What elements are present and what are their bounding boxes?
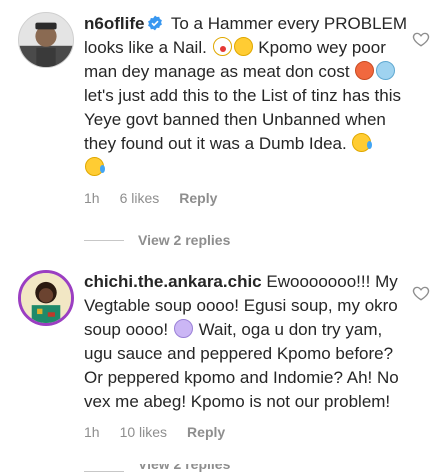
clown-emoji-icon: [212, 37, 232, 56]
replies-divider: [84, 239, 124, 241]
angry-emoji-icon: [355, 61, 375, 80]
like-heart-icon[interactable]: [412, 284, 430, 302]
comment-text: chichi.the.ankara.chic Ewooooooo!!! My V…: [84, 270, 414, 414]
tears-of-joy-emoji-icon: [85, 157, 105, 176]
view-replies-label[interactable]: View 2 replies: [138, 232, 230, 248]
like-heart-icon[interactable]: [412, 30, 430, 48]
comments-screen: n6oflife To a Hammer every PROBLEM looks…: [0, 0, 448, 472]
comment-likes[interactable]: 6 likes: [120, 190, 160, 206]
scared-emoji-icon: [376, 61, 396, 80]
comment-username[interactable]: n6oflife: [84, 14, 144, 33]
view-replies-label[interactable]: View 2 replies: [138, 464, 230, 472]
user-avatar-icon[interactable]: [18, 12, 74, 68]
comment-meta: 1h 6 likes Reply: [84, 190, 237, 206]
tears-of-joy-emoji-icon: [352, 133, 373, 152]
comment-meta: 1h 10 likes Reply: [84, 424, 245, 440]
comment-text: n6oflife To a Hammer every PROBLEM looks…: [84, 12, 414, 180]
view-replies-button[interactable]: View 2 replies: [84, 464, 230, 472]
comment-time: 1h: [84, 424, 100, 440]
comment-time: 1h: [84, 190, 100, 206]
comment-username[interactable]: chichi.the.ankara.chic: [84, 272, 262, 291]
view-replies-button[interactable]: View 2 replies: [84, 232, 230, 248]
reply-button[interactable]: Reply: [179, 190, 217, 206]
verified-badge-icon: [148, 15, 163, 31]
reply-button[interactable]: Reply: [187, 424, 225, 440]
comment-likes[interactable]: 10 likes: [120, 424, 167, 440]
eye-roll-emoji-icon: [233, 37, 253, 56]
user-avatar-icon[interactable]: [18, 270, 74, 326]
woman-raising-hand-emoji-icon: [173, 319, 193, 338]
